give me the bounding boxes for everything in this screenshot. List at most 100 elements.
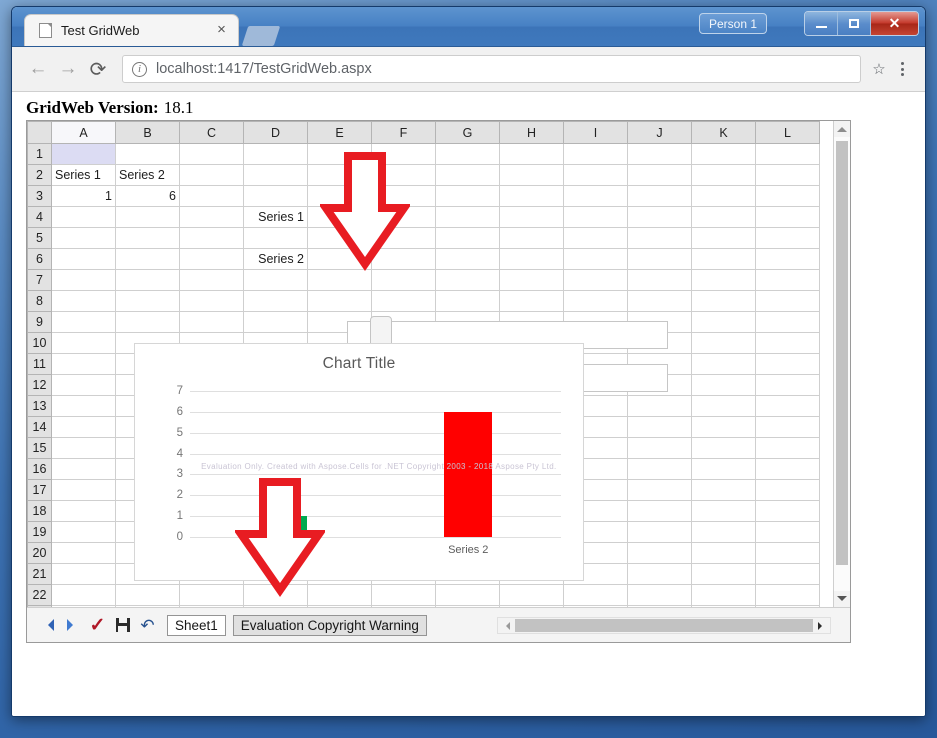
cell-j8[interactable] [627,290,692,312]
cell-a14[interactable] [51,416,116,438]
cell-e8[interactable] [307,290,372,312]
cell-j17[interactable] [627,479,692,501]
row-header-3[interactable]: 3 [27,185,52,207]
cell-e6[interactable] [307,248,372,270]
cell-c7[interactable] [179,269,244,291]
cell-k7[interactable] [691,269,756,291]
cell-g6[interactable] [435,248,500,270]
column-header-k[interactable]: K [691,121,756,144]
cell-e4[interactable] [307,206,372,228]
cell-c8[interactable] [179,290,244,312]
cell-h7[interactable] [499,269,564,291]
cell-l16[interactable] [755,458,820,480]
cell-l7[interactable] [755,269,820,291]
cell-g8[interactable] [435,290,500,312]
cell-i7[interactable] [563,269,628,291]
column-header-e[interactable]: E [307,121,372,144]
forward-icon[interactable]: → [53,54,83,84]
row-header-16[interactable]: 16 [27,458,52,480]
cell-a9[interactable] [51,311,116,333]
cell-j5[interactable] [627,227,692,249]
cell-k13[interactable] [691,395,756,417]
cell-g5[interactable] [435,227,500,249]
cell-j3[interactable] [627,185,692,207]
scroll-down-button[interactable] [834,591,850,607]
minimize-button[interactable] [805,12,838,35]
close-icon[interactable]: × [213,22,230,39]
scroll-left-button[interactable] [498,618,514,633]
cell-f22[interactable] [371,584,436,606]
cell-j4[interactable] [627,206,692,228]
cell-l6[interactable] [755,248,820,270]
cell-e5[interactable] [307,227,372,249]
cell-k5[interactable] [691,227,756,249]
row-header-22[interactable]: 22 [27,584,52,606]
cell-l13[interactable] [755,395,820,417]
row-header-6[interactable]: 6 [27,248,52,270]
vertical-scrollbar[interactable] [833,121,850,607]
cell-a5[interactable] [51,227,116,249]
cell-a17[interactable] [51,479,116,501]
confirm-button[interactable]: ✓ [85,613,110,638]
cell-k19[interactable] [691,521,756,543]
cell-j2[interactable] [627,164,692,186]
cell-l19[interactable] [755,521,820,543]
row-header-18[interactable]: 18 [27,500,52,522]
cell-g3[interactable] [435,185,500,207]
sheet-tab-1[interactable]: Evaluation Copyright Warning [232,614,427,636]
row-header-4[interactable]: 4 [27,206,52,228]
cell-c4[interactable] [179,206,244,228]
cell-e3[interactable] [307,185,372,207]
cell-k17[interactable] [691,479,756,501]
row-header-8[interactable]: 8 [27,290,52,312]
horizontal-scrollbar-thumb[interactable] [515,619,813,632]
row-header-11[interactable]: 11 [27,353,52,375]
cell-f3[interactable] [371,185,436,207]
column-header-i[interactable]: I [563,121,628,144]
cell-b7[interactable] [115,269,180,291]
cell-a18[interactable] [51,500,116,522]
cell-h8[interactable] [499,290,564,312]
new-tab-button[interactable] [241,26,281,46]
cell-k22[interactable] [691,584,756,606]
cell-b2[interactable]: Series 2 [115,164,180,186]
cell-k21[interactable] [691,563,756,585]
cell-h6[interactable] [499,248,564,270]
maximize-button[interactable] [838,12,871,35]
column-header-j[interactable]: J [627,121,692,144]
cell-j18[interactable] [627,500,692,522]
column-header-a[interactable]: A [51,121,116,144]
cell-c3[interactable] [179,185,244,207]
cell-d5[interactable] [243,227,308,249]
row-header-13[interactable]: 13 [27,395,52,417]
previous-sheet-button[interactable] [35,613,60,638]
cell-d8[interactable] [243,290,308,312]
cell-a8[interactable] [51,290,116,312]
row-header-1[interactable]: 1 [27,143,52,165]
reload-icon[interactable]: ⟳ [83,54,113,84]
cell-j19[interactable] [627,521,692,543]
cell-a15[interactable] [51,437,116,459]
cell-k1[interactable] [691,143,756,165]
row-header-2[interactable]: 2 [27,164,52,186]
cell-j6[interactable] [627,248,692,270]
column-header-l[interactable]: L [755,121,820,144]
cell-f1[interactable] [371,143,436,165]
cell-k18[interactable] [691,500,756,522]
cell-k12[interactable] [691,374,756,396]
cell-b8[interactable] [115,290,180,312]
row-header-5[interactable]: 5 [27,227,52,249]
cell-l10[interactable] [755,332,820,354]
row-header-12[interactable]: 12 [27,374,52,396]
info-icon[interactable]: i [132,61,147,77]
scroll-up-button[interactable] [834,121,850,137]
cell-j15[interactable] [627,437,692,459]
cell-k6[interactable] [691,248,756,270]
bar-chart[interactable]: Chart Title 0 1 2 3 4 5 6 7 Series 1 Series 2 Ev… [134,343,584,581]
cell-f4[interactable] [371,206,436,228]
cell-i6[interactable] [563,248,628,270]
column-header-f[interactable]: F [371,121,436,144]
cell-e2[interactable] [307,164,372,186]
next-sheet-button[interactable] [60,613,85,638]
cell-h5[interactable] [499,227,564,249]
